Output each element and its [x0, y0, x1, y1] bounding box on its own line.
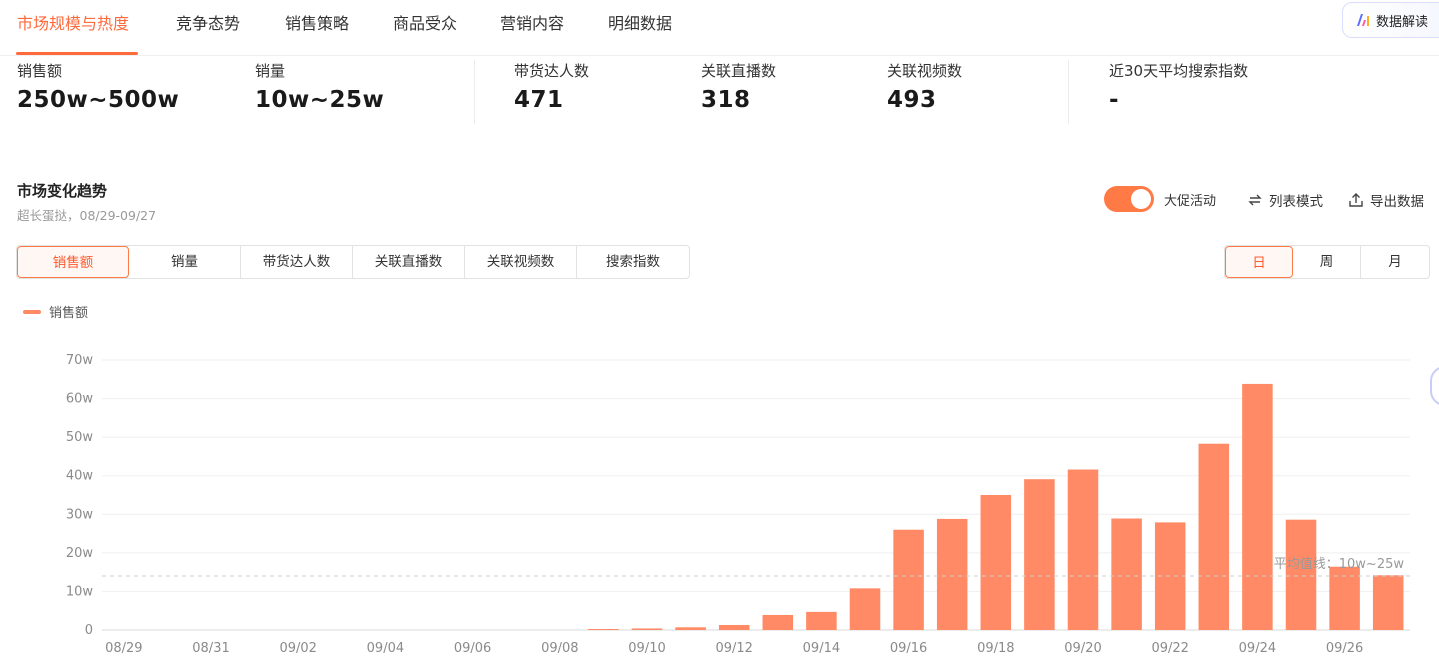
bar[interactable]: [936, 518, 968, 630]
bar[interactable]: [1067, 469, 1099, 630]
metric-tab-group: 销售额 销量 带货达人数 关联直播数 关联视频数 搜索指数: [16, 245, 690, 279]
export-button[interactable]: 导出数据: [1348, 190, 1424, 210]
x-tick-label: 09/24: [1239, 641, 1276, 656]
metric-sales-amount: 销售额 250w~500w: [17, 60, 179, 113]
metric-tab-search-index[interactable]: 搜索指数: [577, 246, 689, 278]
metric-label: 销量: [255, 62, 286, 80]
average-line-label: 平均值线：10w~25w: [1274, 556, 1405, 572]
bar[interactable]: [849, 588, 881, 630]
x-tick-label: 09/26: [1326, 641, 1363, 656]
export-label: 导出数据: [1370, 194, 1424, 210]
metric-label: 销售额: [17, 62, 63, 80]
data-interpret-button[interactable]: 数据解读: [1342, 2, 1439, 38]
x-tick-label: 09/02: [279, 641, 316, 656]
metric-sales-volume: 销量 10w~25w: [255, 60, 384, 113]
bar[interactable]: [1242, 383, 1273, 630]
y-tick-label: 0: [85, 623, 93, 638]
list-mode-label: 列表模式: [1269, 194, 1323, 210]
y-tick-label: 50w: [66, 430, 94, 445]
promo-toggle-group: 大促活动: [1104, 186, 1216, 212]
legend-label: 销售额: [49, 306, 89, 321]
tab-detail-data[interactable]: 明细数据: [608, 10, 672, 34]
tab-marketing-content[interactable]: 营销内容: [500, 10, 564, 34]
x-tick-label: 09/08: [541, 641, 578, 656]
section-subtitle: 超长蛋挞，08/29-09/27: [17, 208, 157, 223]
y-tick-label: 30w: [66, 507, 94, 522]
bar[interactable]: [1285, 519, 1317, 630]
metric-influencer-count: 带货达人数 471: [514, 60, 589, 113]
list-mode-button[interactable]: 列表模式: [1247, 190, 1323, 210]
data-interpret-label: 数据解读: [1376, 14, 1429, 30]
y-tick-label: 20w: [66, 546, 94, 561]
y-tick-label: 60w: [66, 392, 94, 407]
ai-sparkle-icon: [1357, 14, 1369, 26]
metric-label: 带货达人数: [514, 62, 590, 80]
metric-value: 10w~25w: [255, 87, 385, 113]
period-tab-week[interactable]: 周: [1293, 246, 1361, 278]
bar[interactable]: [980, 495, 1012, 630]
y-tick-label: 10w: [66, 584, 94, 599]
bar[interactable]: [1198, 443, 1230, 630]
bar[interactable]: [762, 614, 794, 630]
x-tick-label: 09/16: [890, 641, 927, 656]
period-tab-month[interactable]: 月: [1361, 246, 1429, 278]
y-tick-label: 40w: [66, 469, 94, 484]
metric-value: 493: [887, 87, 937, 113]
metric-value: 471: [514, 87, 564, 113]
metric-live-count: 关联直播数 318: [701, 60, 776, 113]
bar[interactable]: [1111, 518, 1142, 630]
promo-label: 大促活动: [1164, 193, 1217, 209]
metric-value: 318: [701, 87, 751, 113]
x-tick-label: 09/12: [715, 641, 752, 656]
x-tick-label: 09/14: [803, 641, 840, 656]
metric-value: -: [1109, 87, 1120, 113]
bar[interactable]: [631, 628, 663, 630]
period-tab-day[interactable]: 日: [1225, 246, 1293, 278]
period-tab-group: 日 周 月: [1224, 245, 1430, 279]
metric-label: 关联视频数: [887, 62, 963, 80]
metric-label: 关联直播数: [701, 62, 777, 80]
toggle-knob: [1131, 189, 1151, 209]
bar[interactable]: [1372, 575, 1404, 630]
legend-swatch: [23, 309, 41, 314]
tab-sales-strategy[interactable]: 销售策略: [285, 10, 349, 34]
metric-tab-videos[interactable]: 关联视频数: [465, 246, 577, 278]
active-tab-indicator: [16, 52, 138, 55]
tab-competition[interactable]: 竞争态势: [176, 10, 240, 34]
x-tick-label: 09/06: [454, 641, 491, 656]
tab-audience[interactable]: 商品受众: [393, 10, 457, 34]
sales-bar-chart: 0 10w 20w 30w 40w 50w 60w 70w 08/29 08/31 09/02 09/…: [66, 353, 1410, 656]
x-tick-label: 09/18: [977, 641, 1014, 656]
bar[interactable]: [675, 627, 706, 630]
bar[interactable]: [718, 624, 750, 630]
metric-divider: [474, 60, 475, 124]
metric-label: 近30天平均搜索指数: [1109, 62, 1249, 80]
y-tick-label: 70w: [66, 353, 94, 368]
promo-toggle[interactable]: [1104, 186, 1154, 212]
top-tab-bar: 市场规模与热度 竞争态势 销售策略 商品受众 营销内容 明细数据 数据解读: [0, 0, 1439, 56]
swap-icon: [1248, 194, 1262, 206]
bar[interactable]: [1024, 479, 1055, 630]
metric-tab-influencers[interactable]: 带货达人数: [241, 246, 353, 278]
metric-value: 250w~500w: [17, 87, 180, 113]
metric-tab-sales-volume[interactable]: 销量: [129, 246, 241, 278]
bar[interactable]: [588, 629, 619, 630]
x-tick-label: 09/04: [367, 641, 404, 656]
metric-tab-lives[interactable]: 关联直播数: [353, 246, 465, 278]
metric-video-count: 关联视频数 493: [887, 60, 962, 113]
bar[interactable]: [806, 611, 837, 630]
x-tick-label: 09/22: [1151, 641, 1188, 656]
chart-legend[interactable]: 销售额: [23, 302, 88, 321]
section-title: 市场变化趋势: [17, 182, 108, 200]
metric-search-index: 近30天平均搜索指数 -: [1109, 60, 1248, 113]
x-tick-label: 09/10: [628, 641, 665, 656]
metric-tab-sales-amount[interactable]: 销售额: [17, 246, 129, 278]
metric-divider: [1068, 60, 1069, 124]
x-tick-label: 08/31: [192, 641, 229, 656]
tab-market-scale[interactable]: 市场规模与热度: [17, 10, 129, 34]
export-icon: [1349, 193, 1363, 207]
x-tick-label: 09/20: [1064, 641, 1101, 656]
x-tick-label: 08/29: [105, 641, 142, 656]
bar[interactable]: [893, 529, 924, 630]
